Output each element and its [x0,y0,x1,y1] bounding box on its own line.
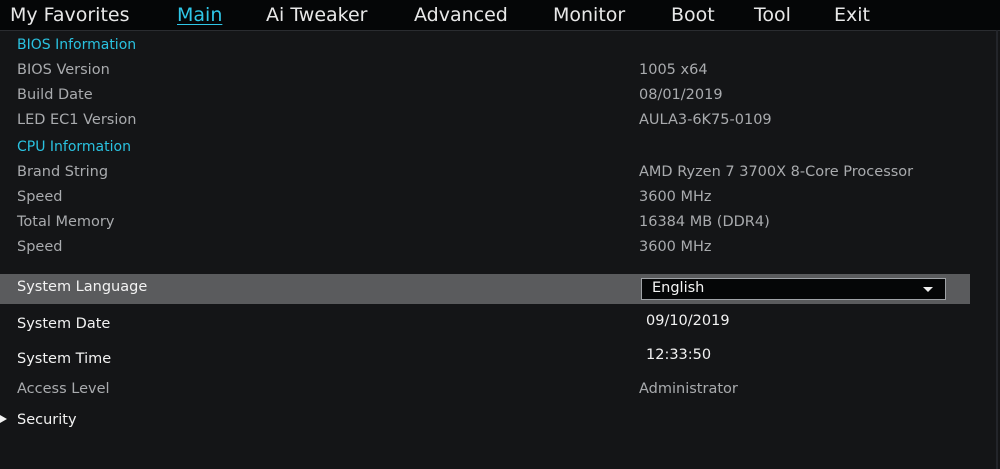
tab-exit[interactable]: Exit [834,3,870,27]
bios-information-heading: BIOS Information [17,37,137,53]
chevron-down-icon[interactable] [923,287,933,292]
tab-ai-tweaker[interactable]: Ai Tweaker [266,3,367,27]
system-language-label: System Language [17,279,148,295]
system-date-value[interactable]: 09/10/2019 [646,313,730,329]
total-memory-value: 16384 MB (DDR4) [639,214,770,230]
tab-monitor[interactable]: Monitor [553,3,625,27]
build-date-label: Build Date [17,87,93,103]
memory-speed-value: 3600 MHz [639,239,712,255]
cpu-speed-label: Speed [17,189,63,205]
bios-version-value: 1005 x64 [639,62,708,78]
led-ec1-version-value: AULA3-6K75-0109 [639,112,772,128]
security-submenu[interactable]: Security [17,412,77,428]
top-navigation: My Favorites Main Ai Tweaker Advanced Mo… [0,0,1000,31]
access-level-value: Administrator [639,381,738,397]
brand-string-value: AMD Ryzen 7 3700X 8-Core Processor [639,164,914,180]
bios-version-label: BIOS Version [17,62,110,78]
system-time-value[interactable]: 12:33:50 [646,347,711,363]
cpu-speed-value: 3600 MHz [639,189,712,205]
system-time-label: System Time [17,351,112,367]
system-language-select[interactable]: English [641,278,946,300]
bios-main-screen: My Favorites Main Ai Tweaker Advanced Mo… [0,0,1000,469]
total-memory-label: Total Memory [17,214,115,230]
tab-my-favorites[interactable]: My Favorites [10,3,130,27]
build-date-value: 08/01/2019 [639,87,723,103]
right-frame-divider [996,30,998,469]
cpu-information-heading: CPU Information [17,139,131,155]
access-level-label: Access Level [17,381,110,397]
memory-speed-label: Speed [17,239,63,255]
led-ec1-version-label: LED EC1 Version [17,112,137,128]
tab-main[interactable]: Main [177,3,222,27]
system-date-label: System Date [17,316,111,332]
submenu-arrow-icon [0,415,7,423]
tab-tool[interactable]: Tool [754,3,791,27]
system-language-selected-value: English [652,280,705,296]
brand-string-label: Brand String [17,164,109,180]
tab-boot[interactable]: Boot [671,3,715,27]
tab-advanced[interactable]: Advanced [414,3,508,27]
